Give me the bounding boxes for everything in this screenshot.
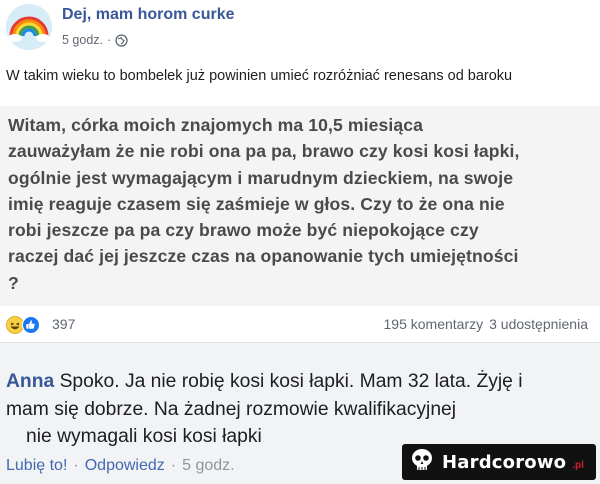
like-reaction-icon[interactable]	[22, 316, 40, 334]
comment-actions: Lubię to! · Odpowiedz · 5 godz.	[6, 457, 235, 475]
comment-line-2: mam się dobrze. Na żadnej rozmowie kwali…	[6, 399, 457, 420]
skull-logo-icon	[408, 446, 436, 479]
reaction-count[interactable]: 397	[52, 316, 75, 332]
watermark-suffix: .pl	[572, 459, 584, 471]
embedded-text-screenshot: Witam, córka moich znajomych ma 10,5 mie…	[0, 106, 600, 306]
comment-line-3: nie wymagali kosi kosi łapki	[26, 426, 262, 447]
screenshot-line: imię reaguje czasem się zaśmieje w głos.…	[8, 193, 505, 214]
screenshot-line: zauważyłam że nie robi ona pa pa, brawo …	[8, 141, 520, 162]
comment-line-1: Anna Spoko. Ja nie robię kosi kosi łapki…	[6, 371, 523, 393]
reply-link[interactable]: Odpowiedz	[85, 457, 165, 475]
screenshot-line: ogólnie jest wymagającym i marudnym dzie…	[8, 167, 514, 188]
screenshot-line: ?	[8, 272, 19, 293]
post-stats: 195 komentarzy 3 udostępnienia	[384, 316, 588, 332]
like-comment-link[interactable]: Lubię to!	[6, 457, 67, 475]
shares-count[interactable]: 3 udostępnienia	[489, 316, 588, 332]
facebook-post: Dej, mam horom curke 5 godz. · W takim w…	[0, 0, 600, 342]
post-caption: W takim wieku to bombelek już powinien u…	[6, 68, 513, 84]
post-time[interactable]: 5 godz.	[62, 33, 103, 47]
reactions-bar: 397 195 komentarzy 3 udostępnienia	[0, 306, 600, 342]
post-meta: 5 godz. ·	[62, 33, 128, 47]
action-separator: ·	[170, 457, 177, 474]
screenshot-text: Witam, córka moich znajomych ma 10,5 mie…	[8, 112, 593, 296]
globe-icon[interactable]	[115, 33, 128, 47]
comment-author[interactable]: Anna	[6, 371, 54, 392]
screenshot-line: raczej dać jej jeszcze czas na opanowani…	[8, 246, 519, 267]
meta-separator: ·	[107, 33, 112, 47]
comments-count[interactable]: 195 komentarzy	[384, 316, 484, 332]
rainbow-avatar-icon[interactable]	[6, 4, 52, 50]
site-watermark: Hardcorowo .pl	[402, 444, 596, 480]
screenshot-line: robi jeszcze pa pa czy brawo może być ni…	[8, 220, 479, 241]
action-separator: ·	[73, 457, 79, 474]
screenshot-line: Witam, córka moich znajomych ma 10,5 mie…	[8, 115, 424, 135]
comment-text: Spoko. Ja nie robię kosi kosi łapki. Mam…	[59, 371, 523, 392]
watermark-text: Hardcorowo	[442, 451, 567, 473]
post-author[interactable]: Dej, mam horom curke	[62, 6, 235, 24]
comment-time[interactable]: 5 godz.	[182, 457, 234, 475]
